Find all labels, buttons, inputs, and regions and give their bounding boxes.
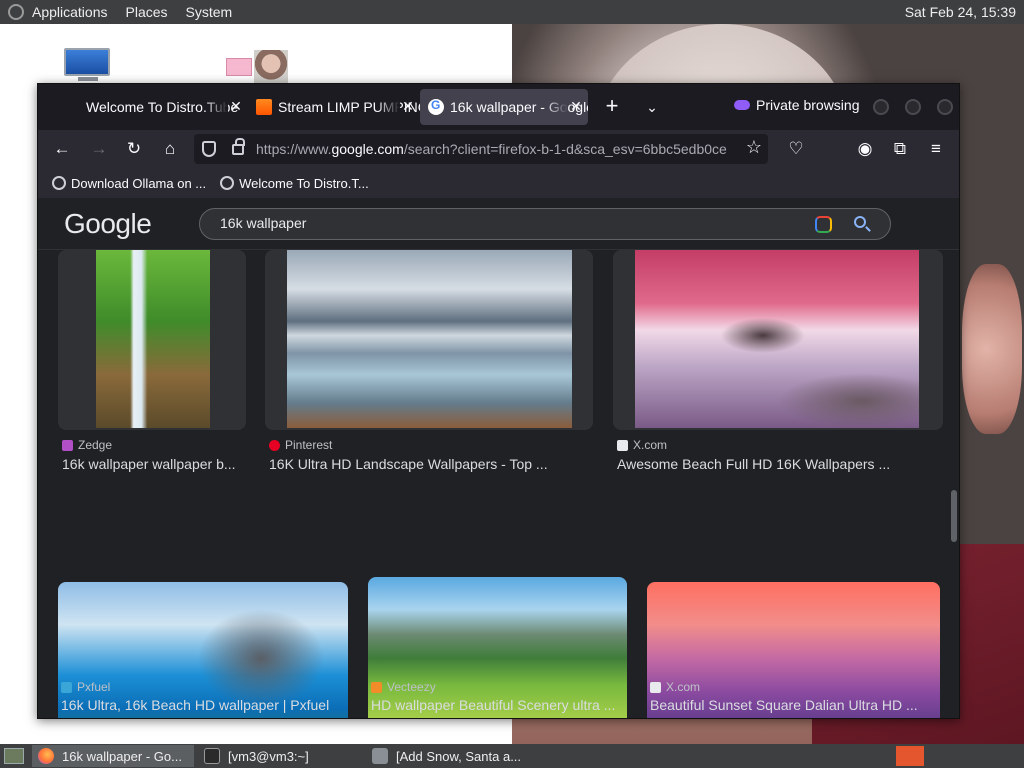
- terminal-icon: [204, 748, 220, 764]
- google-lens-icon[interactable]: [815, 216, 832, 233]
- bookmark-label: Welcome To Distro.T...: [239, 175, 369, 191]
- ollama-icon: [52, 176, 66, 190]
- x-icon: [617, 439, 628, 451]
- pinterest-icon: [269, 439, 280, 451]
- hamburger-menu-icon[interactable]: ≡: [924, 137, 948, 161]
- search-input[interactable]: 16k wallpaper: [220, 215, 306, 231]
- row-2-captions: Pxfuel 16k Ultra, 16k Beach HD wallpaper…: [57, 680, 937, 718]
- menu-applications[interactable]: Applications: [32, 4, 108, 20]
- search-box[interactable]: 16k wallpaper: [199, 208, 891, 240]
- result-source[interactable]: Zedge: [62, 438, 112, 452]
- result-caption[interactable]: Vecteezy HD wallpaper Beautiful Scenery …: [367, 680, 637, 718]
- tray-firefox-icon[interactable]: [896, 746, 924, 766]
- menu-places[interactable]: Places: [126, 4, 168, 20]
- navigation-toolbar: ← → ↻ ⌂ https://www.google.com/search?cl…: [38, 130, 959, 168]
- task-firefox[interactable]: 16k wallpaper - Go...: [32, 745, 194, 767]
- pink-beach-image: [635, 250, 919, 428]
- search-icon[interactable]: [854, 216, 866, 228]
- mountain-lake-image: [287, 250, 572, 428]
- extensions-icon[interactable]: ⧉: [888, 137, 912, 161]
- image-file-desktop-icon[interactable]: [226, 50, 290, 86]
- image-result[interactable]: X.com Awesome Beach Full HD 16K Wallpape…: [613, 250, 945, 480]
- url-bar[interactable]: https://www.google.com/search?client=fir…: [194, 134, 768, 164]
- result-caption[interactable]: Pxfuel 16k Ultra, 16k Beach HD wallpaper…: [57, 680, 357, 718]
- result-source[interactable]: X.com: [617, 438, 667, 452]
- person-ear: [962, 264, 1022, 434]
- close-icon[interactable]: ✕: [400, 98, 416, 116]
- x-icon: [650, 681, 661, 693]
- folder-icon: [372, 748, 388, 764]
- forward-arrow-icon[interactable]: →: [87, 137, 111, 161]
- result-title[interactable]: 16k wallpaper wallpaper b...: [62, 456, 248, 472]
- computer-desktop-icon[interactable]: [64, 48, 112, 84]
- private-browsing-indicator: Private browsing: [734, 97, 860, 113]
- result-title[interactable]: 16K Ultra HD Landscape Wallpapers - Top …: [269, 456, 595, 472]
- result-source[interactable]: X.com: [650, 680, 700, 694]
- image-thumbnail[interactable]: [58, 250, 246, 430]
- bookmark-distrotube[interactable]: Welcome To Distro.T...: [220, 176, 369, 191]
- distro-logo-icon[interactable]: [8, 4, 24, 20]
- close-window-button[interactable]: [937, 99, 953, 115]
- tab-bar: Welcome To Distro.Tube ✕ Stream LIMP PUM…: [38, 84, 959, 130]
- google-icon: [428, 98, 444, 115]
- image-result[interactable]: Zedge 16k wallpaper wallpaper b...: [58, 250, 248, 480]
- result-title[interactable]: HD wallpaper Beautiful Scenery ultra ...: [371, 697, 637, 713]
- bookmark-ollama[interactable]: Download Ollama on ...: [52, 176, 206, 191]
- pxfuel-icon: [61, 681, 72, 693]
- chevron-down-icon[interactable]: ⌄: [640, 95, 664, 119]
- google-logo[interactable]: Google: [64, 208, 152, 240]
- account-icon[interactable]: ◉: [853, 137, 877, 161]
- new-tab-button[interactable]: +: [600, 95, 624, 119]
- google-header: Google 16k wallpaper: [38, 198, 959, 250]
- bottom-panel: 16k wallpaper - Go... [vm3@vm3:~] [Add S…: [0, 744, 1024, 768]
- private-label: Private browsing: [756, 97, 860, 113]
- image-thumbnail[interactable]: [265, 250, 593, 430]
- task-terminal[interactable]: [vm3@vm3:~]: [198, 745, 366, 767]
- back-arrow-icon[interactable]: ←: [50, 137, 74, 161]
- shield-icon[interactable]: [202, 141, 216, 157]
- tab-soundcloud[interactable]: Stream LIMP PUMPING ✕: [248, 89, 420, 125]
- home-icon[interactable]: ⌂: [158, 137, 182, 161]
- result-title[interactable]: Awesome Beach Full HD 16K Wallpapers ...: [617, 456, 945, 472]
- minimize-button[interactable]: [873, 99, 889, 115]
- result-source[interactable]: Pinterest: [269, 438, 332, 452]
- vecteezy-icon: [371, 681, 382, 693]
- soundcloud-icon: [256, 99, 272, 115]
- result-source[interactable]: Vecteezy: [371, 680, 436, 694]
- result-caption[interactable]: X.com Beautiful Sunset Square Dalian Ult…: [646, 680, 937, 718]
- result-title[interactable]: 16k Ultra, 16k Beach HD wallpaper | Pxfu…: [61, 697, 357, 713]
- task-folder[interactable]: [Add Snow, Santa a...: [366, 745, 534, 767]
- image-thumbnail[interactable]: [613, 250, 943, 430]
- globe-icon: [220, 176, 235, 190]
- private-mask-icon: [734, 100, 750, 110]
- tab-distrotube[interactable]: Welcome To Distro.Tube ✕: [78, 89, 248, 125]
- lock-icon[interactable]: [232, 138, 245, 155]
- image-result[interactable]: Pinterest 16K Ultra HD Landscape Wallpap…: [265, 250, 595, 480]
- close-icon[interactable]: ✕: [228, 98, 244, 116]
- bookmarks-toolbar: Download Ollama on ... Welcome To Distro…: [38, 168, 959, 198]
- tab-google-search[interactable]: 16k wallpaper - Google Search ✕: [420, 89, 588, 125]
- maximize-button[interactable]: [905, 99, 921, 115]
- bookmark-label: Download Ollama on ...: [71, 175, 207, 191]
- reload-icon[interactable]: ↻: [122, 137, 146, 161]
- scrollbar[interactable]: [951, 490, 957, 542]
- close-icon[interactable]: ✕: [568, 98, 584, 116]
- show-desktop-icon[interactable]: [4, 748, 24, 764]
- result-title[interactable]: Beautiful Sunset Square Dalian Ultra HD …: [650, 697, 937, 713]
- pocket-icon[interactable]: ♡: [784, 137, 808, 161]
- firefox-window: Welcome To Distro.Tube ✕ Stream LIMP PUM…: [37, 83, 960, 719]
- top-panel: Applications Places System Sat Feb 24, 1…: [0, 0, 1024, 24]
- url-text[interactable]: https://www.google.com/search?client=fir…: [256, 141, 734, 159]
- bookmark-star-icon[interactable]: ☆: [746, 137, 762, 158]
- page-content: Google 16k wallpaper Zedge 16k wallpaper…: [38, 198, 959, 718]
- result-source[interactable]: Pxfuel: [61, 680, 110, 694]
- firefox-icon: [38, 748, 54, 764]
- zedge-icon: [62, 439, 73, 451]
- waterfall-image: [96, 250, 210, 428]
- clock[interactable]: Sat Feb 24, 15:39: [905, 4, 1016, 20]
- menu-system[interactable]: System: [186, 4, 233, 20]
